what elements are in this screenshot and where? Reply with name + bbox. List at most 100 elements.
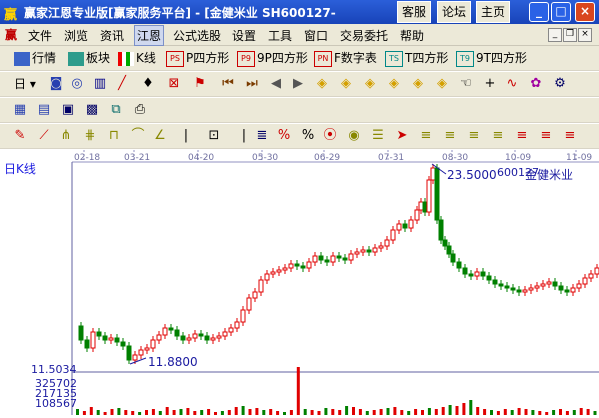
sector-button[interactable]: 板块 xyxy=(68,49,110,67)
candle-icon[interactable]: ♦ xyxy=(140,76,156,92)
candle xyxy=(570,287,576,293)
zhuye-button[interactable]: 主页 xyxy=(476,1,511,23)
f-table-button[interactable]: PN F数字表 xyxy=(314,49,377,67)
gann-arc-icon[interactable]: ⌒ xyxy=(130,128,146,144)
menu-settings[interactable]: 设置 xyxy=(232,27,256,44)
volume-bar xyxy=(179,409,183,415)
bars-icon[interactable]: ▥ xyxy=(92,76,108,92)
circle-icon[interactable]: ◎ xyxy=(69,76,85,92)
kline-button[interactable]: K线 xyxy=(118,49,156,67)
diamond-4-icon[interactable]: ◈ xyxy=(386,76,402,92)
level-5-icon[interactable]: ≡ xyxy=(514,128,530,144)
level-1-icon[interactable]: ≡ xyxy=(418,128,434,144)
period-select[interactable]: 日 ▾ xyxy=(14,75,36,93)
level-4-icon[interactable]: ≡ xyxy=(490,128,506,144)
diamond-1-icon[interactable]: ◈ xyxy=(314,76,330,92)
network-icon[interactable]: ⧉ xyxy=(108,102,124,118)
kefu-button[interactable]: 客服 xyxy=(397,1,432,23)
box-icon[interactable]: ⊡ xyxy=(206,128,222,144)
mdi-minimize-icon[interactable]: _ xyxy=(548,28,562,42)
luntan-button[interactable]: 论坛 xyxy=(437,1,472,23)
window-title: 赢家江恩专业版[赢家服务平台] - [金健米业 SH600127- xyxy=(24,6,336,20)
crosshair-icon[interactable]: + xyxy=(482,76,498,92)
level-7-icon[interactable]: ≡ xyxy=(562,128,578,144)
menu-trade[interactable]: 交易委托 xyxy=(340,27,388,44)
diamond-3-icon[interactable]: ◈ xyxy=(362,76,378,92)
volume-bar xyxy=(324,408,328,415)
cycle-icon[interactable]: ⦿ xyxy=(322,128,338,144)
p9-icon: P9 xyxy=(237,50,255,67)
wave-icon[interactable]: ∿ xyxy=(504,76,520,92)
volume-bar xyxy=(248,409,252,415)
p-square-button[interactable]: PS P四方形 xyxy=(166,49,229,67)
gann-fan-icon[interactable]: ⋔ xyxy=(58,128,74,144)
volume-bar xyxy=(124,410,128,415)
arrow-icon[interactable]: ➤ xyxy=(394,128,410,144)
9t-square-button[interactable]: T9 9T四方形 xyxy=(456,49,527,67)
gann-box-icon[interactable]: ⊓ xyxy=(106,128,122,144)
menu-info[interactable]: 资讯 xyxy=(100,27,124,44)
chart-icon[interactable]: ◙ xyxy=(48,76,64,92)
volume-bar xyxy=(352,407,355,415)
document-icon[interactable]: ▣ xyxy=(60,102,76,118)
prev-icon[interactable]: ◀ xyxy=(268,76,284,92)
volume-bar xyxy=(158,411,162,415)
zoom-icon[interactable]: ⊠ xyxy=(166,76,182,92)
diamond-2-icon[interactable]: ◈ xyxy=(338,76,354,92)
last-icon[interactable]: ⏭ xyxy=(244,76,260,92)
minimize-button[interactable]: _ xyxy=(529,2,549,22)
channel-icon[interactable]: ☰ xyxy=(370,128,386,144)
mdi-restore-icon[interactable]: ❐ xyxy=(563,28,577,42)
menu-browse[interactable]: 浏览 xyxy=(64,27,88,44)
menu-file[interactable]: 文件 xyxy=(28,27,52,44)
quote-button[interactable]: 行情 xyxy=(14,49,56,67)
menu-formula[interactable]: 公式选股 xyxy=(173,27,221,44)
hand-icon[interactable]: ☜ xyxy=(458,76,474,92)
volume-bar xyxy=(510,410,514,415)
first-icon[interactable]: ⏮ xyxy=(220,76,236,92)
save-icon[interactable]: ▩ xyxy=(84,102,100,118)
menu-gann[interactable]: 江恩 xyxy=(134,25,165,46)
mdi-close-icon[interactable]: × xyxy=(578,28,592,42)
candle xyxy=(462,267,468,275)
candle xyxy=(414,209,420,221)
t-square-button[interactable]: TS T四方形 xyxy=(385,49,448,67)
print-icon[interactable]: ⎙ xyxy=(132,102,148,118)
flag-icon[interactable]: ⚑ xyxy=(192,76,208,92)
pencil-icon[interactable]: ✎ xyxy=(12,128,28,144)
custom-icon[interactable]: ✿ xyxy=(528,76,544,92)
percent-box-icon[interactable]: % xyxy=(276,128,292,144)
kline-chart[interactable]: 02-18 03-21 04-20 05-30 06-29 07-31 08-30 10-09… xyxy=(0,150,599,415)
menu-window[interactable]: 窗口 xyxy=(304,27,328,44)
gann-grid-icon[interactable]: ⋕ xyxy=(82,128,98,144)
close-button[interactable]: × xyxy=(575,2,595,22)
menu-bar: 赢 文件 浏览 资讯 江恩 公式选股 设置 工具 窗口 交易委托 帮助 _ ❐ … xyxy=(0,24,599,46)
volume-bar xyxy=(538,411,542,415)
diamond-6-icon[interactable]: ◈ xyxy=(434,76,450,92)
9p-square-button[interactable]: P9 9P四方形 xyxy=(237,49,308,67)
app-icon: 赢 xyxy=(4,8,18,23)
fib-icon[interactable]: ≣ xyxy=(254,128,270,144)
percent-icon[interactable]: % xyxy=(300,128,316,144)
volume-bar xyxy=(421,410,424,415)
level-3-icon[interactable]: ≡ xyxy=(466,128,482,144)
tools-icon[interactable]: ⚙ xyxy=(552,76,568,92)
table-icon[interactable]: ▤ xyxy=(36,102,52,118)
diamond-5-icon[interactable]: ◈ xyxy=(410,76,426,92)
ray-icon[interactable]: ⟋ xyxy=(36,128,52,144)
coin-icon[interactable]: ◉ xyxy=(346,128,362,144)
menu-help[interactable]: 帮助 xyxy=(400,27,424,44)
level-2-icon[interactable]: ≡ xyxy=(442,128,458,144)
menu-tools[interactable]: 工具 xyxy=(268,27,292,44)
next-icon[interactable]: ▶ xyxy=(290,76,306,92)
period-label: 日K线 xyxy=(4,162,36,176)
gann-angle-icon[interactable]: ∠ xyxy=(152,128,168,144)
date-label: 07-31 xyxy=(378,153,404,163)
chart-area[interactable]: 02-18 03-21 04-20 05-30 06-29 07-31 08-30 10-09… xyxy=(0,150,599,415)
maximize-button[interactable]: □ xyxy=(551,2,571,22)
line-icon[interactable]: ╱ xyxy=(114,76,130,92)
volume-bar xyxy=(517,408,521,415)
calendar-icon[interactable]: ▦ xyxy=(12,102,28,118)
level-6-icon[interactable]: ≡ xyxy=(538,128,554,144)
candle xyxy=(354,251,360,255)
